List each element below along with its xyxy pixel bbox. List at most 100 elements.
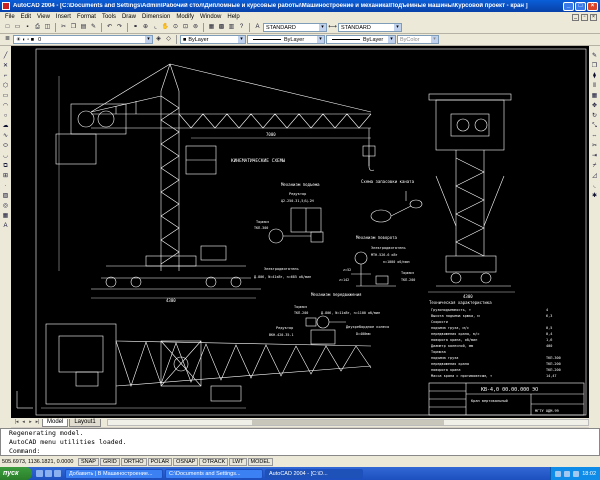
- doc-minimize-button[interactable]: _: [572, 13, 579, 21]
- grid-toggle[interactable]: GRID: [99, 457, 120, 466]
- paste-icon[interactable]: ▤: [79, 23, 88, 32]
- lineweight-combo[interactable]: ByLayer ▾: [326, 35, 396, 44]
- menu-modify[interactable]: Modify: [173, 14, 197, 20]
- help-icon[interactable]: ?: [237, 23, 246, 32]
- line-icon[interactable]: ╱: [1, 52, 10, 61]
- minimize-button[interactable]: _: [563, 1, 574, 11]
- snap-toggle[interactable]: SNAP: [78, 457, 99, 466]
- offset-icon[interactable]: ⫴: [590, 82, 599, 91]
- plotstyle-combo[interactable]: ByColor ▾: [397, 35, 439, 44]
- point-icon[interactable]: ·: [1, 182, 10, 191]
- menu-tools[interactable]: Tools: [99, 14, 119, 20]
- copy-icon[interactable]: ❐: [69, 23, 78, 32]
- color-combo[interactable]: ■ ByLayer ▾: [180, 35, 246, 44]
- menu-window[interactable]: Window: [197, 14, 224, 20]
- taskbar-item[interactable]: C:\Documents and Settings...: [165, 468, 263, 479]
- drawing-canvas[interactable]: 4300 7000 4300 КИНЕМАТИЧЕСКИЕ СХЕМЫ Меха…: [11, 46, 589, 418]
- arc-icon[interactable]: ◠: [1, 102, 10, 111]
- tab-layout1[interactable]: Layout1: [69, 418, 101, 427]
- quick-launch-icon[interactable]: [45, 470, 52, 477]
- model-toggle[interactable]: MODEL: [247, 457, 274, 466]
- pan-icon[interactable]: ✋: [161, 23, 170, 32]
- menu-draw[interactable]: Draw: [119, 14, 139, 20]
- scale-icon[interactable]: ⤡: [590, 122, 599, 131]
- break-icon[interactable]: ⌿: [590, 162, 599, 171]
- region-icon[interactable]: ◎: [1, 202, 10, 211]
- layer-combo[interactable]: ☀ ◐ ▫ ■ 0 ▾: [13, 35, 153, 44]
- redo-icon[interactable]: ↷: [115, 23, 124, 32]
- preview-icon[interactable]: ◫: [43, 23, 52, 32]
- rectangle-icon[interactable]: ▭: [1, 92, 10, 101]
- horizontal-scrollbar[interactable]: [106, 419, 589, 426]
- print-icon[interactable]: ⎙: [33, 23, 42, 32]
- text-style-combo[interactable]: STANDARD ▾: [263, 23, 327, 32]
- erase-icon[interactable]: ✎: [590, 52, 599, 61]
- stretch-icon[interactable]: ⇔: [590, 132, 599, 141]
- hatch-icon[interactable]: ▨: [1, 192, 10, 201]
- menu-insert[interactable]: Insert: [53, 14, 74, 20]
- taskbar-item[interactable]: Добавить | В Машиностроение...: [65, 468, 163, 479]
- fillet-icon[interactable]: ◟: [590, 182, 599, 191]
- rotate-icon[interactable]: ↻: [590, 112, 599, 121]
- layer-manager-icon[interactable]: ≣: [3, 35, 12, 44]
- new-icon[interactable]: □: [3, 23, 12, 32]
- quick-launch-icon[interactable]: [54, 470, 61, 477]
- linetype-combo[interactable]: ByLayer ▾: [247, 35, 325, 44]
- menu-format[interactable]: Format: [74, 14, 99, 20]
- undo-icon[interactable]: ↶: [105, 23, 114, 32]
- make-current-layer-icon[interactable]: ◈: [154, 35, 163, 44]
- clock[interactable]: 18:02: [582, 471, 596, 477]
- dim-style-combo[interactable]: STANDARD ▾: [338, 23, 402, 32]
- spline-icon[interactable]: ∿: [1, 132, 10, 141]
- chamfer-icon[interactable]: ◿: [590, 172, 599, 181]
- scrollbar-thumb[interactable]: [251, 420, 444, 425]
- tab-prev-icon[interactable]: ◂: [20, 419, 27, 426]
- start-button[interactable]: пуск: [0, 467, 32, 480]
- zoom-window-icon[interactable]: ⊡: [181, 23, 190, 32]
- open-icon[interactable]: ▭: [13, 23, 22, 32]
- menu-dimension[interactable]: Dimension: [139, 14, 173, 20]
- extend-icon[interactable]: ⇥: [590, 152, 599, 161]
- taskbar-item-active[interactable]: AutoCAD 2004 - [C:\D...: [265, 468, 363, 479]
- table-icon[interactable]: ▦: [1, 212, 10, 221]
- multiline-text-icon[interactable]: A: [1, 222, 10, 231]
- tray-icon[interactable]: [564, 470, 571, 477]
- tab-next-icon[interactable]: ▸: [27, 419, 34, 426]
- properties-icon[interactable]: ▦: [207, 23, 216, 32]
- otrack-toggle[interactable]: OTRACK: [199, 457, 229, 466]
- make-block-icon[interactable]: ⊞: [1, 172, 10, 181]
- menu-view[interactable]: View: [34, 14, 53, 20]
- circle-icon[interactable]: ○: [1, 112, 10, 121]
- polyline-icon[interactable]: ⌐: [1, 72, 10, 81]
- insert-block-icon[interactable]: ⧉: [1, 162, 10, 171]
- tab-first-icon[interactable]: |◂: [13, 419, 20, 426]
- mirror-icon[interactable]: ⧫: [590, 72, 599, 81]
- tool-palettes-icon[interactable]: ▥: [227, 23, 236, 32]
- doc-restore-button[interactable]: ▫: [581, 13, 588, 21]
- move-icon[interactable]: ✥: [590, 102, 599, 111]
- save-icon[interactable]: ▪: [23, 23, 32, 32]
- tray-icon[interactable]: [573, 470, 580, 477]
- autocad-app-icon[interactable]: [2, 2, 10, 10]
- revision-cloud-icon[interactable]: ☁: [1, 122, 10, 131]
- layer-previous-icon[interactable]: ◇: [164, 35, 173, 44]
- ortho-toggle[interactable]: ORTHO: [120, 457, 147, 466]
- menu-file[interactable]: File: [2, 14, 18, 20]
- tab-model[interactable]: Model: [42, 418, 69, 427]
- explode-icon[interactable]: ✱: [590, 192, 599, 201]
- close-button[interactable]: ×: [587, 1, 598, 11]
- copy-object-icon[interactable]: ❐: [590, 62, 599, 71]
- design-center-icon[interactable]: ▩: [217, 23, 226, 32]
- osnap-toggle[interactable]: OSNAP: [173, 457, 199, 466]
- cut-icon[interactable]: ✂: [59, 23, 68, 32]
- hyperlink-icon[interactable]: ⚭: [131, 23, 140, 32]
- polygon-icon[interactable]: ⬡: [1, 82, 10, 91]
- doc-close-button[interactable]: ×: [590, 13, 597, 21]
- menu-help[interactable]: Help: [224, 14, 242, 20]
- coordinate-readout[interactable]: 505.6973, 1136.1821, 0.0000: [2, 459, 78, 465]
- menu-edit[interactable]: Edit: [18, 14, 34, 20]
- command-line[interactable]: Regenerating model. AutoCAD menu utiliti…: [0, 428, 600, 456]
- maximize-button[interactable]: □: [575, 1, 586, 11]
- ucs-icon[interactable]: ⌞: [151, 23, 160, 32]
- zoom-realtime-icon[interactable]: ⊙: [171, 23, 180, 32]
